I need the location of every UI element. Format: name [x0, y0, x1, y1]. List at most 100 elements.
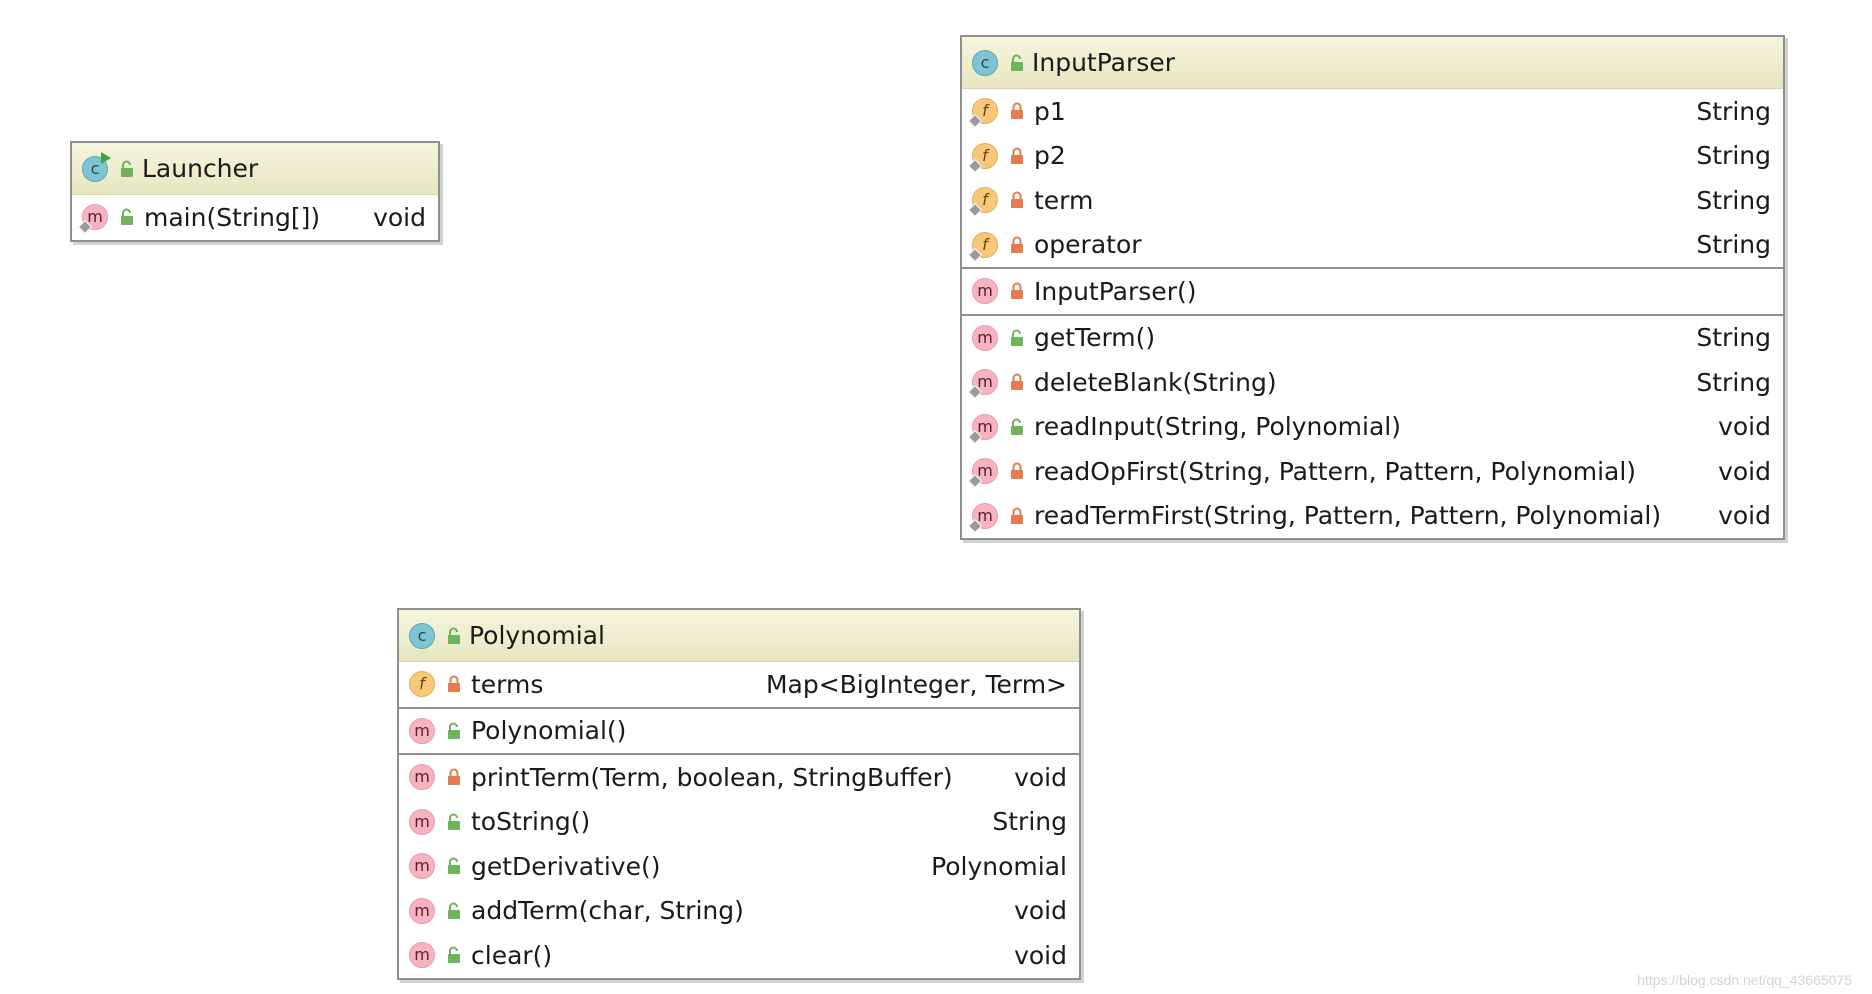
member-name: Polynomial()	[471, 716, 627, 746]
field-row[interactable]: f term String	[962, 178, 1783, 223]
method-row[interactable]: m clear() void	[399, 933, 1079, 978]
member-section: m printTerm(Term, boolean, StringBuffer) v…	[399, 753, 1079, 978]
class-icon: c	[972, 49, 998, 76]
field-row[interactable]: f p2 String	[962, 134, 1783, 179]
private-visibility-icon	[1010, 191, 1024, 209]
field-row[interactable]: f terms Map<BigInteger, Term>	[399, 662, 1079, 707]
private-visibility-icon	[1010, 373, 1024, 391]
private-visibility-icon	[1010, 282, 1024, 300]
method-row[interactable]: m deleteBlank(String) String	[962, 360, 1783, 405]
member-type: void	[1014, 896, 1067, 926]
public-visibility-icon	[447, 902, 461, 920]
method-icon: m	[409, 942, 435, 969]
public-visibility-icon	[447, 627, 461, 645]
public-visibility-icon	[1010, 329, 1024, 347]
method-row[interactable]: m readOpFirst(String, Pattern, Pattern, P…	[962, 449, 1783, 494]
member-name: printTerm(Term, boolean, StringBuffer)	[471, 762, 953, 792]
class-icon: c	[409, 622, 435, 649]
member-section: f terms Map<BigInteger, Term>	[399, 662, 1079, 707]
static-badge-icon	[967, 158, 983, 173]
class-header[interactable]: c Polynomial	[399, 610, 1079, 662]
member-name: clear()	[471, 940, 553, 970]
method-icon: m	[409, 717, 435, 744]
private-visibility-icon	[1010, 507, 1024, 525]
class-header[interactable]: c Launcher	[72, 143, 438, 195]
private-visibility-icon	[1010, 102, 1024, 120]
method-row[interactable]: m readInput(String, Polynomial) void	[962, 405, 1783, 450]
member-name: toString()	[471, 807, 591, 837]
member-name: term	[1034, 185, 1094, 215]
member-type: String	[1696, 96, 1771, 126]
method-row[interactable]: m Polynomial()	[399, 709, 1079, 754]
public-visibility-icon	[447, 813, 461, 831]
class-members: f terms Map<BigInteger, Term> m Polynomial()…	[399, 662, 1079, 978]
member-section: f p1 String f p2 String f term String f operator St…	[962, 89, 1783, 267]
member-name: readInput(String, Polynomial)	[1034, 412, 1401, 442]
class-name: Polynomial	[469, 621, 605, 650]
method-row[interactable]: m getDerivative() Polynomial	[399, 844, 1079, 889]
method-row[interactable]: m InputParser()	[962, 269, 1783, 314]
method-icon: m	[967, 413, 998, 444]
method-row[interactable]: m readTermFirst(String, Pattern, Pattern,…	[962, 494, 1783, 539]
run-badge-icon	[101, 151, 111, 164]
public-visibility-icon	[120, 160, 134, 178]
member-section: m main(String[]) void	[72, 195, 438, 240]
member-name: readOpFirst(String, Pattern, Pattern, Po…	[1034, 456, 1637, 486]
public-visibility-icon	[447, 857, 461, 875]
field-icon: f	[967, 187, 998, 218]
member-type: Polynomial	[931, 851, 1067, 881]
method-row[interactable]: m main(String[]) void	[72, 195, 438, 240]
class-name: InputParser	[1032, 48, 1175, 77]
member-name: addTerm(char, String)	[471, 896, 744, 926]
private-visibility-icon	[1010, 147, 1024, 165]
field-row[interactable]: f p1 String	[962, 89, 1783, 134]
member-section: m InputParser()	[962, 267, 1783, 314]
member-section: m Polynomial()	[399, 706, 1079, 754]
public-visibility-icon	[120, 208, 134, 226]
public-visibility-icon	[447, 722, 461, 740]
class-members: f p1 String f p2 String f term String f operator St…	[962, 89, 1783, 538]
member-type: String	[1696, 367, 1771, 397]
class-box-polynomial[interactable]: c Polynomial f terms Map<BigInteger, Term>…	[397, 608, 1081, 980]
field-icon: f	[409, 671, 435, 698]
method-row[interactable]: m addTerm(char, String) void	[399, 889, 1079, 934]
method-icon: m	[409, 897, 435, 924]
member-type: String	[1696, 323, 1771, 353]
private-visibility-icon	[1010, 236, 1024, 254]
static-badge-icon	[967, 203, 983, 218]
field-icon: f	[967, 142, 998, 173]
member-section: m getTerm() String m deleteBlank(String) Stri…	[962, 313, 1783, 539]
member-type: void	[373, 202, 426, 232]
method-row[interactable]: m getTerm() String	[962, 316, 1783, 361]
static-badge-icon	[967, 114, 983, 129]
static-badge-icon	[967, 247, 983, 262]
method-row[interactable]: m toString() String	[399, 800, 1079, 845]
class-box-inputparser[interactable]: c InputParser f p1 String f p2 String f term Str…	[960, 35, 1785, 540]
diagram-canvas: c Launcher m main(String[]) void c InputPa…	[0, 0, 1872, 994]
member-name: main(String[])	[144, 202, 321, 232]
method-icon: m	[409, 764, 435, 791]
member-type: void	[1014, 762, 1067, 792]
member-name: getDerivative()	[471, 851, 661, 881]
public-visibility-icon	[447, 946, 461, 964]
method-icon: m	[409, 808, 435, 835]
private-visibility-icon	[447, 768, 461, 786]
member-type: void	[1014, 940, 1067, 970]
class-name: Launcher	[142, 154, 259, 183]
member-name: operator	[1034, 230, 1142, 260]
member-type: void	[1718, 501, 1771, 531]
field-icon: f	[967, 98, 998, 129]
member-type: String	[1696, 230, 1771, 260]
method-icon: m	[972, 324, 998, 351]
field-row[interactable]: f operator String	[962, 223, 1783, 268]
member-type: void	[1718, 456, 1771, 486]
class-header[interactable]: c InputParser	[962, 37, 1783, 89]
class-box-launcher[interactable]: c Launcher m main(String[]) void	[70, 141, 440, 242]
member-name: readTermFirst(String, Pattern, Pattern, …	[1034, 501, 1662, 531]
member-name: getTerm()	[1034, 323, 1156, 353]
class-icon: c	[82, 151, 111, 182]
method-row[interactable]: m printTerm(Term, boolean, StringBuffer) v…	[399, 755, 1079, 800]
public-visibility-icon	[1010, 418, 1024, 436]
method-icon: m	[967, 369, 998, 400]
member-name: terms	[471, 669, 544, 699]
